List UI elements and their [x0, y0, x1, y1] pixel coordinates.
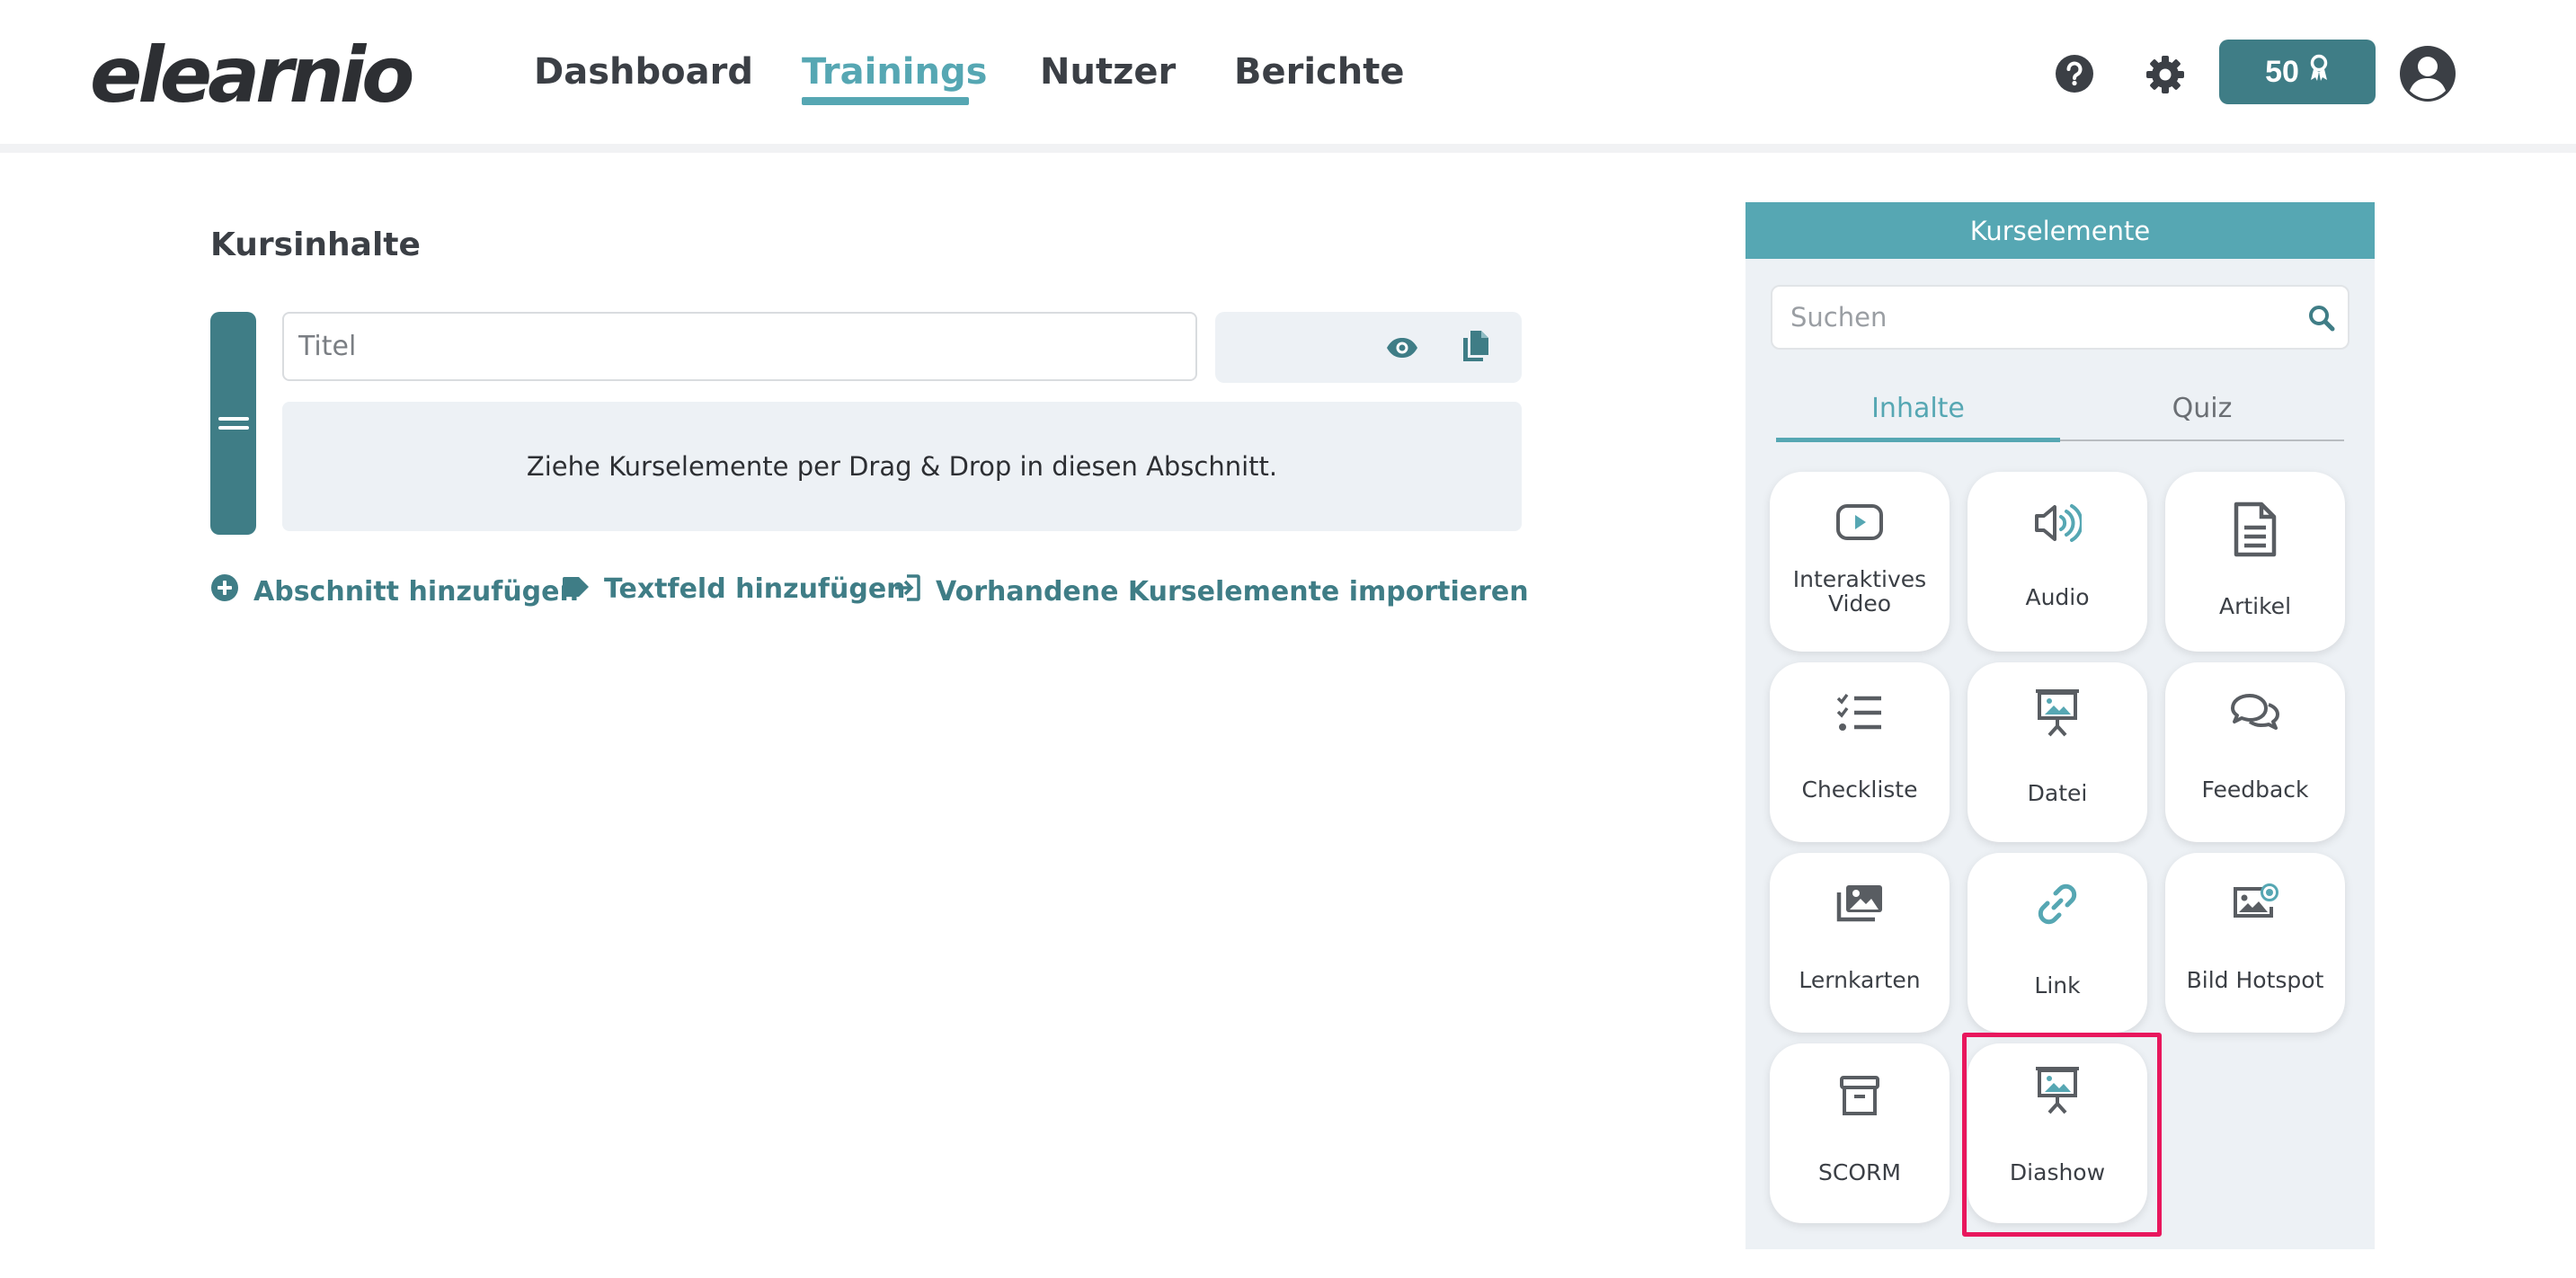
chat-bubbles-icon [2165, 686, 2345, 738]
add-section-label: Abschnitt hinzufügen [253, 575, 579, 608]
element-label: Feedback [2201, 777, 2309, 803]
element-label: Diashow [2009, 1159, 2106, 1185]
element-scorm[interactable]: SCORM [1770, 1043, 1950, 1223]
element-label: Checkliste [1801, 777, 1918, 803]
panel-title: Kurselemente [1745, 202, 2375, 259]
plus-circle-icon [210, 573, 239, 609]
element-label: Interaktives Video [1792, 566, 1927, 617]
element-label: Datei [2027, 780, 2088, 806]
nav-trainings[interactable]: Trainings [802, 49, 987, 95]
element-interaktives-video[interactable]: Interaktives Video [1770, 472, 1950, 652]
drop-zone-hint: Ziehe Kurselemente per Drag & Drop in di… [526, 451, 1278, 482]
preview-eye-icon[interactable] [1386, 332, 1418, 364]
search-icon[interactable] [2308, 305, 2335, 335]
import-icon [893, 573, 921, 609]
tag-icon [561, 573, 590, 605]
duplicate-icon[interactable] [1460, 328, 1492, 364]
element-label: Link [2034, 972, 2081, 998]
search-box [1771, 285, 2349, 350]
element-diashow[interactable]: Diashow [1968, 1043, 2147, 1223]
import-elements-button[interactable]: Vorhandene Kurselemente importieren [893, 573, 1529, 609]
presentation-icon [1968, 1063, 2147, 1117]
link-icon [1968, 876, 2147, 932]
element-feedback[interactable]: Feedback [2165, 662, 2345, 842]
checklist-icon [1770, 688, 1950, 738]
element-audio[interactable]: Audio [1968, 472, 2147, 652]
credits-value: 50 [2265, 54, 2299, 89]
archive-box-icon [1770, 1070, 1950, 1121]
award-icon [2308, 54, 2330, 91]
video-play-icon [1770, 495, 1950, 549]
element-lernkarten[interactable]: Lernkarten [1770, 853, 1950, 1033]
element-link[interactable]: Link [1968, 853, 2147, 1033]
add-textfield-button[interactable]: Textfeld hinzufügen [561, 573, 906, 605]
presentation-icon [1968, 684, 2147, 741]
tab-active-underline [1776, 438, 2060, 442]
top-header: elearnio Dashboard Trainings Nutzer Beri… [0, 0, 2576, 146]
element-checkliste[interactable]: Checkliste [1770, 662, 1950, 842]
add-textfield-label: Textfeld hinzufügen [604, 573, 906, 605]
page-title: Kursinhalte [210, 226, 421, 263]
tab-quiz[interactable]: Quiz [2060, 393, 2344, 438]
import-elements-label: Vorhandene Kurselemente importieren [936, 575, 1529, 608]
images-icon [1770, 878, 1950, 928]
drag-lines-icon [218, 417, 249, 430]
element-label: Bild Hotspot [2186, 967, 2324, 993]
tab-inhalte[interactable]: Inhalte [1776, 393, 2060, 438]
app-logo[interactable]: elearnio [90, 31, 414, 120]
audio-icon [1968, 492, 2147, 555]
element-artikel[interactable]: Artikel [2165, 472, 2345, 652]
credits-button[interactable]: 50 [2219, 40, 2376, 104]
nav-active-underline [802, 97, 969, 105]
element-datei[interactable]: Datei [1968, 662, 2147, 842]
element-label: Lernkarten [1799, 967, 1921, 993]
element-label: SCORM [1818, 1159, 1901, 1185]
nav-berichte[interactable]: Berichte [1234, 49, 1405, 95]
document-icon [2165, 495, 2345, 564]
help-icon[interactable] [2055, 54, 2094, 93]
element-bild-hotspot[interactable]: Bild Hotspot [2165, 853, 2345, 1033]
element-label: Audio [2025, 584, 2090, 610]
user-avatar-icon[interactable] [2399, 45, 2456, 102]
search-input[interactable] [1772, 287, 2294, 348]
element-label: Artikel [2218, 593, 2292, 619]
add-section-button[interactable]: Abschnitt hinzufügen [210, 573, 579, 609]
section-drop-zone[interactable]: Ziehe Kurselemente per Drag & Drop in di… [282, 402, 1522, 531]
section-actions-bar [1215, 312, 1522, 383]
course-elements-panel: Kurselemente Inhalte Quiz Interaktives V… [1745, 202, 2375, 1249]
header-divider [0, 144, 2576, 153]
section-drag-handle[interactable] [210, 312, 256, 535]
section-title-input[interactable] [282, 312, 1197, 381]
nav-dashboard[interactable]: Dashboard [534, 49, 753, 95]
image-hotspot-icon [2165, 876, 2345, 928]
settings-icon[interactable] [2145, 54, 2186, 95]
nav-nutzer[interactable]: Nutzer [1040, 49, 1176, 95]
